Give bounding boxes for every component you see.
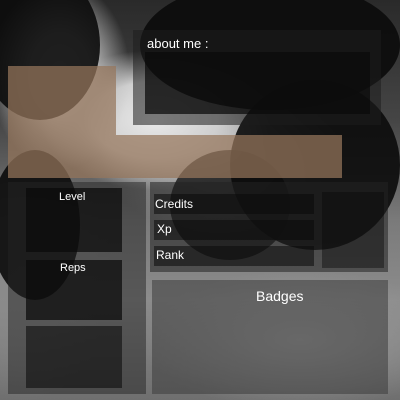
tan-strip bbox=[8, 66, 116, 178]
level-label: Level bbox=[59, 191, 86, 203]
avatar-box bbox=[322, 192, 384, 268]
credits-label: Credits bbox=[155, 197, 194, 211]
reps-label: Reps bbox=[60, 262, 86, 274]
rank-label: Rank bbox=[156, 248, 185, 262]
lower-left-box bbox=[26, 326, 122, 388]
xp-label: Xp bbox=[157, 222, 172, 236]
tan-strip bbox=[116, 135, 342, 178]
about-me-title: about me : bbox=[147, 36, 209, 51]
badges-title: Badges bbox=[256, 288, 304, 304]
about-me-content bbox=[145, 52, 370, 114]
xp-row bbox=[154, 220, 314, 240]
